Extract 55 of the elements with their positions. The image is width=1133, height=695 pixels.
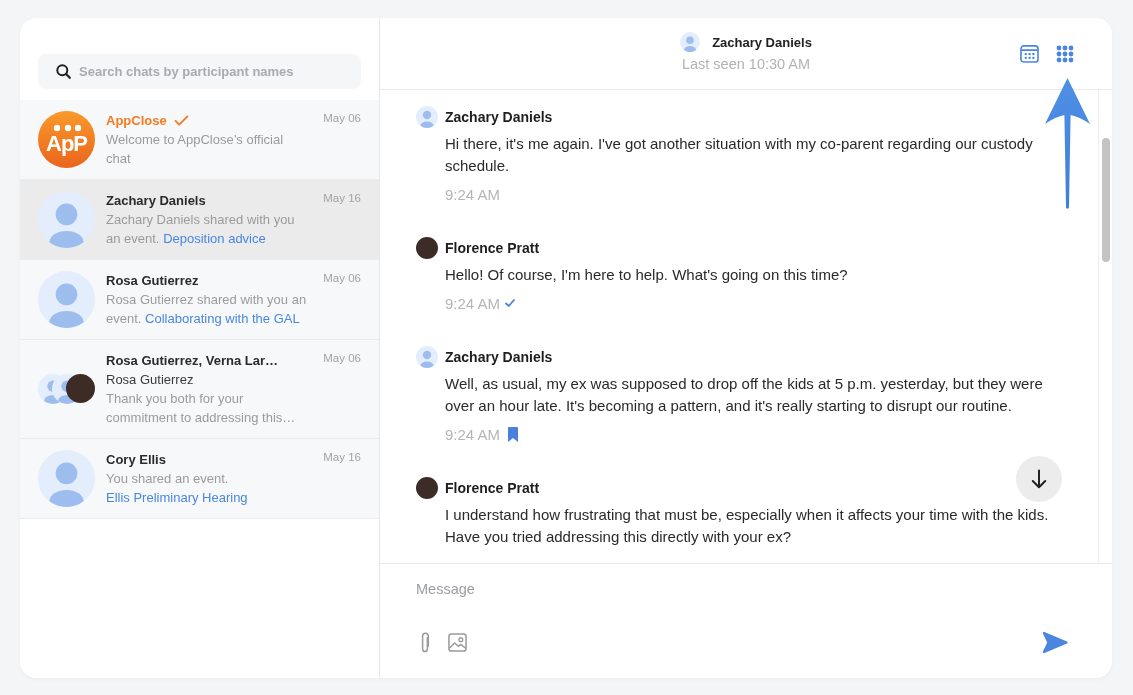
scrollbar-thumb[interactable] (1101, 138, 1110, 262)
person-avatar-icon (38, 271, 95, 328)
app-logo: ApP (38, 111, 95, 168)
chat-preview: Thank you both for your commitment to addressing this… (106, 390, 297, 427)
chat-list-item[interactable]: Rosa Gutierrez, Verna Lar… May 06 Rosa Gutierrez Thank you both for your commitment to addressing this… (20, 340, 379, 439)
sender-name: Florence Pratt (445, 240, 540, 256)
message-time: 9:24 AM (445, 185, 501, 203)
message-text: I understand how frustrating that must be, especially when it affects your time with the kids. Have you tried addressing this directly with your ex? (445, 505, 1050, 547)
sender-name: Zachary Daniels (445, 109, 553, 125)
person-avatar-icon (416, 346, 438, 368)
person-avatar-icon (38, 450, 95, 507)
message-text: Hi there, it's me again. I've got another situation with my co-parent regarding our custody schedule. (445, 134, 1034, 176)
chat-date: May 16 (323, 191, 361, 206)
chat-date: May 16 (323, 450, 361, 465)
sender-name: Florence Pratt (445, 480, 540, 496)
send-icon[interactable] (1042, 630, 1068, 654)
chat-date: May 06 (323, 111, 361, 126)
chat-name: AppClose (106, 112, 167, 130)
scroll-down-button[interactable] (1016, 456, 1062, 502)
search-icon (56, 64, 71, 79)
sender-name: Zachary Daniels (445, 349, 553, 365)
event-link[interactable]: Collaborating with the GAL (145, 311, 300, 326)
chat-name: Cory Ellis (106, 451, 166, 469)
chat-name: Rosa Gutierrez, Verna Lar… (106, 352, 278, 370)
message-text: Hello! Of course, I'm here to help. What's going on this time? (445, 265, 849, 285)
chat-preview: Zachary Daniels shared with you an event. Deposition advice (106, 211, 296, 248)
image-icon[interactable] (448, 632, 467, 652)
arrow-down-icon (1031, 469, 1047, 489)
chat-name: Zachary Daniels (106, 192, 206, 210)
photo-placeholder (416, 477, 438, 499)
event-link[interactable]: Ellis Preliminary Hearing (106, 490, 248, 505)
person-avatar-icon (38, 191, 95, 248)
calendar-icon[interactable] (1020, 44, 1039, 63)
paperclip-icon[interactable] (419, 631, 431, 653)
chat-sender: Rosa Gutierrez (106, 371, 195, 389)
chat-date: May 06 (323, 351, 361, 366)
chat-date: May 06 (323, 271, 361, 286)
message-time: 9:24 AM (445, 425, 501, 443)
chat-list-item[interactable]: Cory Ellis May 16 You shared an event. Ellis Preliminary Hearing (20, 439, 379, 519)
chat-name: Rosa Gutierrez (106, 272, 199, 290)
chat-preview: Welcome to AppClose’s official chat (106, 131, 285, 168)
person-avatar-icon (416, 106, 438, 128)
photo-placeholder (416, 237, 438, 259)
chat-preview: You shared an event. Ellis Preliminary Hearing (106, 470, 249, 507)
chat-preview: Rosa Gutierrez shared with you an event. Collaborating with the GAL (106, 291, 308, 328)
chat-list-item[interactable]: Rosa Gutierrez May 06 Rosa Gutierrez shared with you an event. Collaborating with the GAL (20, 260, 379, 340)
last-seen-text: Last seen 10:30 AM (681, 55, 811, 74)
message-text: Well, as usual, my ex was supposed to drop off the kids at 5 p.m. yesterday, but they were over an hour late. It's becoming a pattern, and it's really starting to disrupt our routine. (445, 374, 1044, 416)
photo-placeholder (66, 374, 95, 403)
chat-list-item[interactable]: Zachary Daniels May 16 Zachary Daniels shared with you an event. Deposition advice (20, 180, 379, 260)
person-avatar-icon (680, 32, 701, 52)
contact-name: Zachary Daniels (712, 34, 812, 50)
search-field[interactable]: Search chats by participant names (38, 54, 361, 89)
message-time: 9:24 AM (445, 294, 501, 312)
dots-grid-icon[interactable] (1056, 44, 1074, 63)
